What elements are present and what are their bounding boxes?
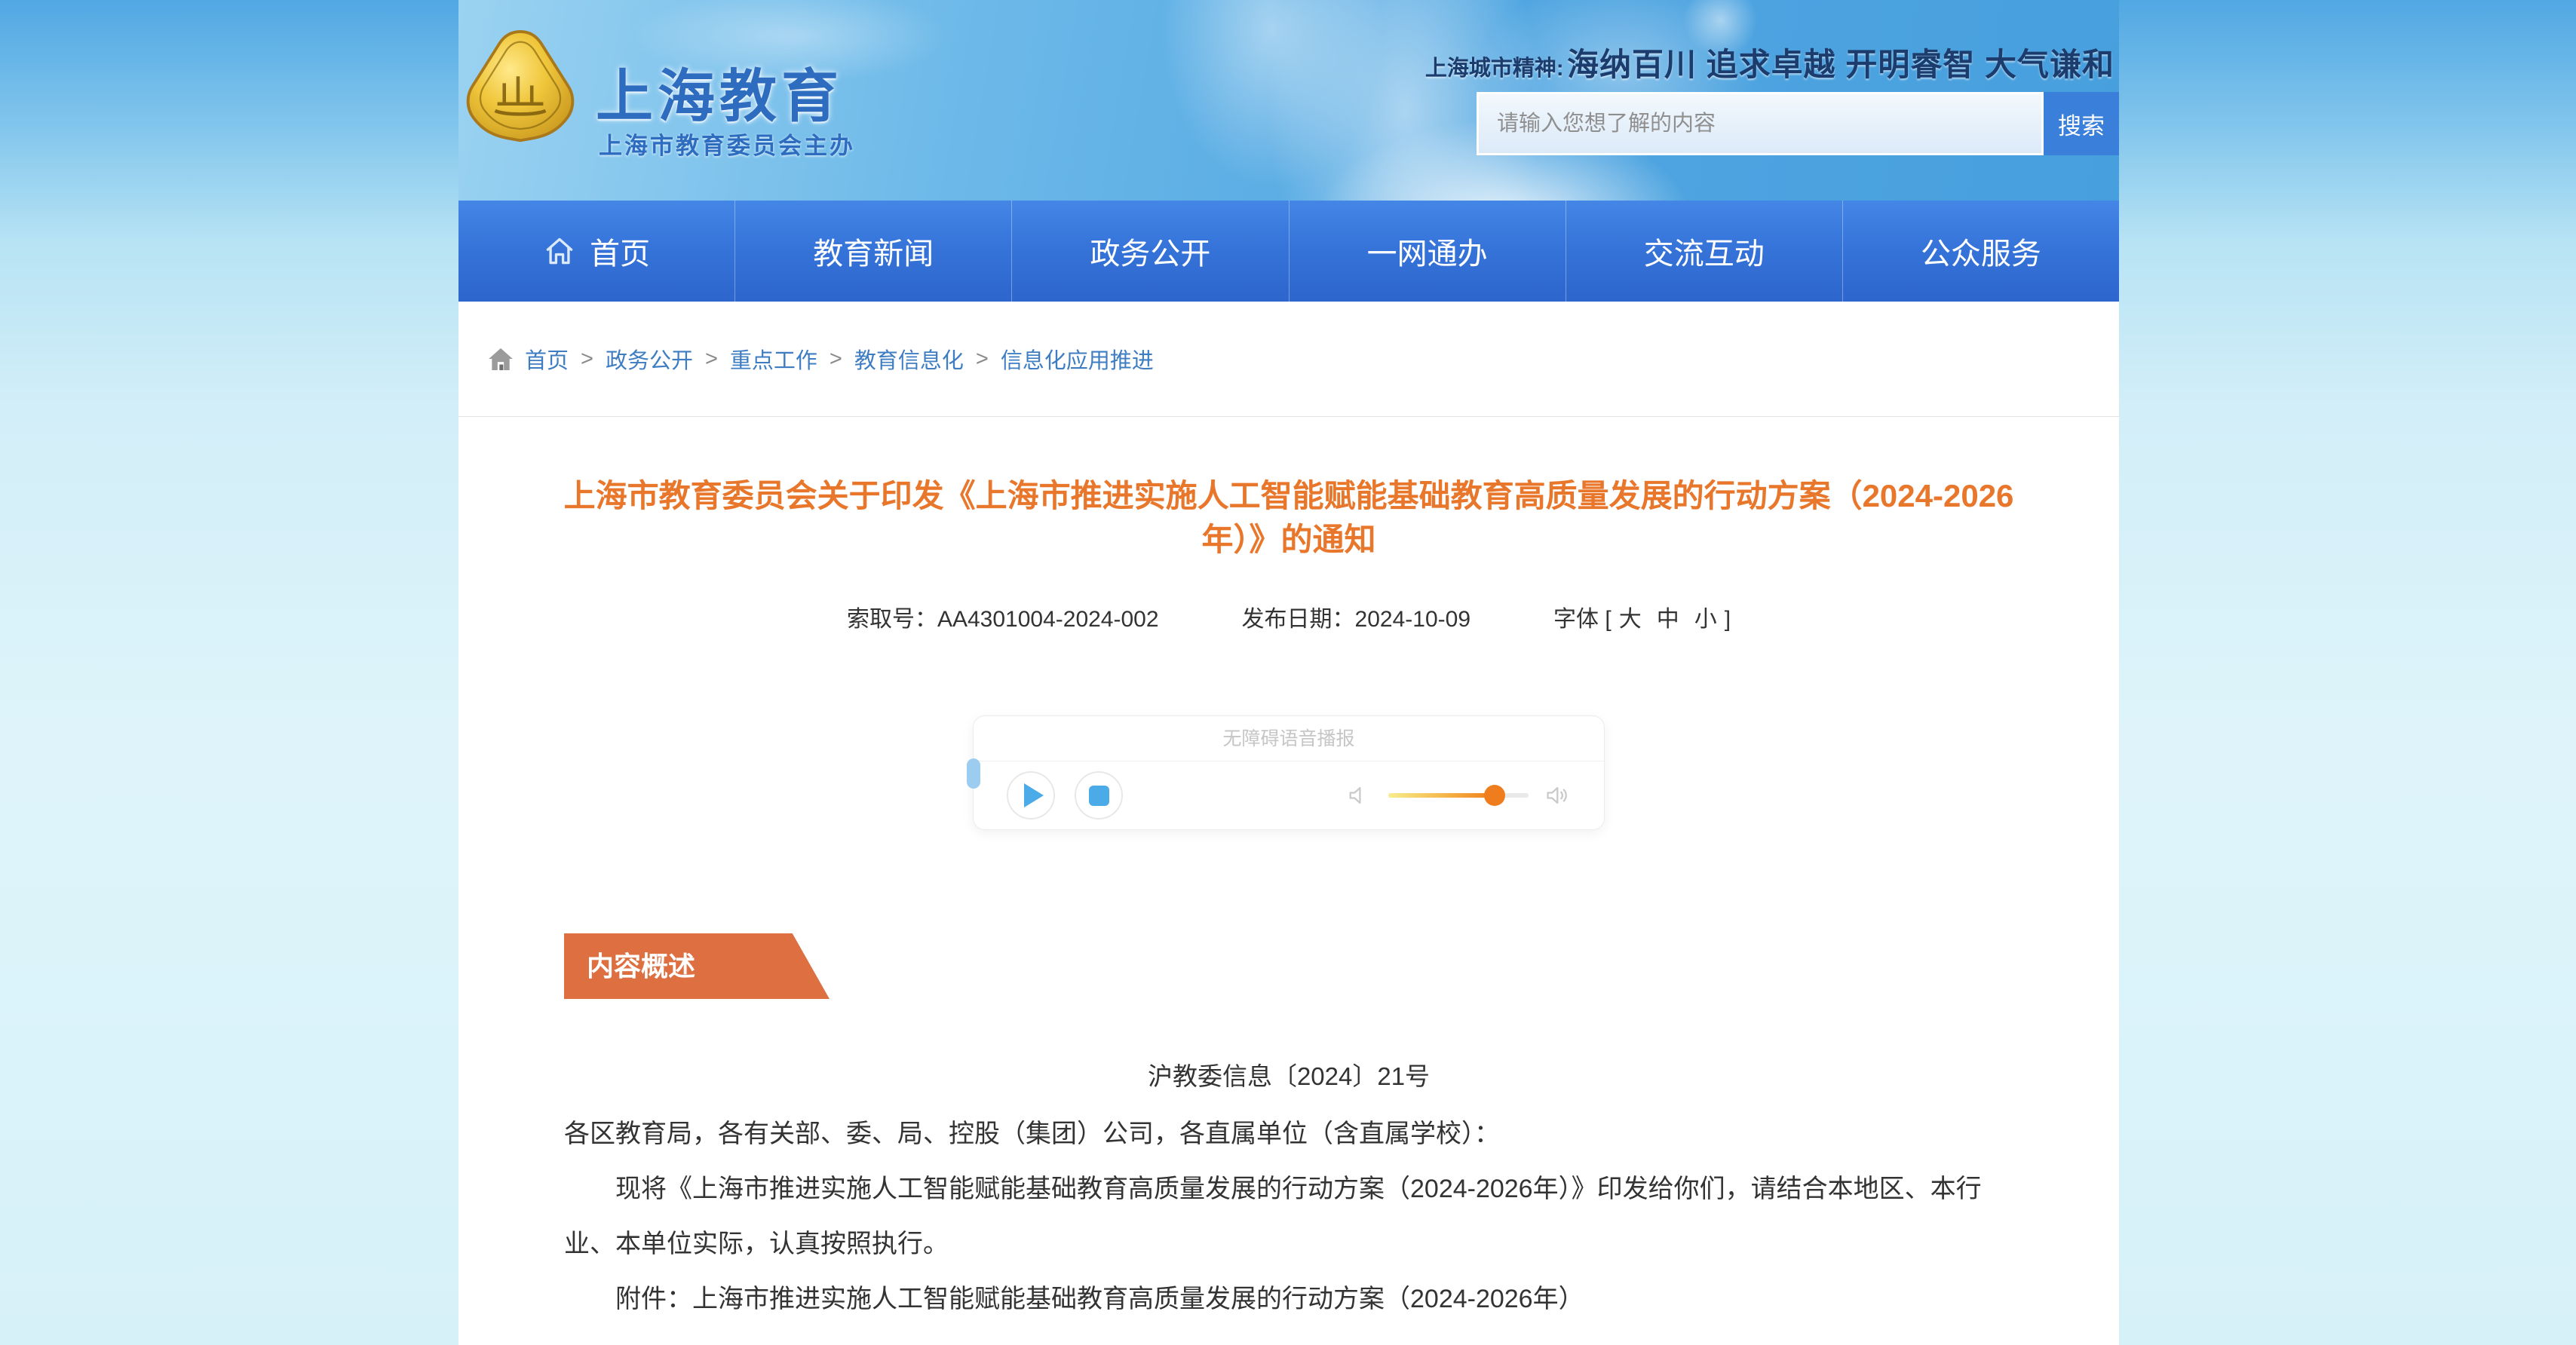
city-spirit-value: 海纳百川 追求卓越 开明睿智 大气谦和 [1567,47,2114,82]
nav-item-news[interactable]: 教育新闻 [735,201,1012,302]
nav-item-public-service[interactable]: 公众服务 [1843,201,2119,302]
stop-icon [1089,786,1109,806]
city-spirit-label: 上海城市精神: [1425,57,1564,81]
home-icon [486,344,516,374]
volume-slider-fill [1388,793,1495,798]
document-number: 沪教委信息〔2024〕21号 [458,1056,2119,1092]
search-input[interactable] [1477,92,2044,155]
font-size-small-button[interactable]: 小 [1694,607,1717,632]
font-size-switcher: 字体 [ 大中小] [1553,600,1731,633]
font-size-large-button[interactable]: 大 [1619,607,1642,632]
stop-button[interactable] [1075,771,1123,820]
breadcrumb-link-gov-affairs[interactable]: 政务公开 [606,343,693,375]
nav-item-label: 首页 [590,229,650,273]
site-logo-title: 上海教育 [596,50,843,133]
content-column: 上海教育 上海市教育委员会主办 上海城市精神: 海纳百川 追求卓越 开明睿智 大… [458,0,2119,1345]
audio-player-controls [974,761,1604,829]
nav-item-gov-affairs[interactable]: 政务公开 [1012,201,1289,302]
main-nav: 首页 教育新闻 政务公开 一网通办 交流互动 公众服务 [458,201,2119,302]
breadcrumb-separator: > [830,347,842,372]
article-meta: 索取号：AA4301004-2024-002 发布日期：2024-10-09 字… [458,600,2119,633]
paragraph-notice: 现将《上海市推进实施人工智能赋能基础教育高质量发展的行动方案（2024-2026… [564,1162,1982,1272]
nav-item-interaction[interactable]: 交流互动 [1566,201,1843,302]
article-body: 上海市教育委员会关于印发《上海市推进实施人工智能赋能基础教育高质量发展的行动方案… [458,417,2119,1345]
nav-item-home[interactable]: 首页 [458,201,735,302]
breadcrumb-separator: > [581,347,593,372]
nav-item-label: 交流互动 [1644,229,1765,273]
breadcrumb-link-edu-informatization[interactable]: 教育信息化 [854,343,964,375]
breadcrumb-link-home[interactable]: 首页 [525,343,569,375]
site-logo-subtitle: 上海市教育委员会主办 [599,127,855,161]
section-banner-label: 内容概述 [587,951,695,982]
font-size-label: 字体 [ [1553,607,1612,632]
breadcrumb-link-it-application[interactable]: 信息化应用推进 [1001,343,1154,375]
accessibility-audio-player: 无障碍语音播报 [973,715,1605,830]
breadcrumb-link-key-work[interactable]: 重点工作 [730,343,817,375]
site-header: 上海教育 上海市教育委员会主办 上海城市精神: 海纳百川 追求卓越 开明睿智 大… [458,0,2119,201]
city-spirit-slogan: 上海城市精神: 海纳百川 追求卓越 开明睿智 大气谦和 [1425,39,2114,85]
paragraph-attachment: 附件：上海市推进实施人工智能赋能基础教育高质量发展的行动方案（2024-2026… [564,1272,1982,1327]
publish-date-value: 2024-10-09 [1355,607,1470,632]
volume-slider[interactable] [1388,793,1529,798]
archive-number: 索取号：AA4301004-2024-002 [847,600,1159,633]
speaker-mute-icon[interactable] [1346,783,1372,808]
nav-item-label: 政务公开 [1090,229,1210,273]
font-size-label-close: ] [1725,607,1731,632]
home-icon [543,234,576,268]
search-button[interactable]: 搜索 [2044,92,2119,155]
nav-item-label: 一网通办 [1367,229,1488,273]
site-emblem-icon [463,27,578,155]
section-banner: 内容概述 [564,933,830,999]
archive-number-label: 索取号： [847,607,937,632]
archive-number-value: AA4301004-2024-002 [937,607,1159,632]
player-side-tab[interactable] [967,758,980,789]
play-icon [1024,783,1044,807]
page-background: 上海教育 上海市教育委员会主办 上海城市精神: 海纳百川 追求卓越 开明睿智 大… [0,0,2576,1345]
font-size-medium-button[interactable]: 中 [1657,607,1679,632]
volume-control [1346,783,1571,808]
nav-item-one-stop[interactable]: 一网通办 [1290,201,1566,302]
article-paragraphs: 各区教育局，各有关部、委、局、控股（集团）公司，各直属单位（含直属学校）： 现将… [564,1107,1982,1327]
publish-date-label: 发布日期： [1242,607,1355,632]
nav-item-label: 公众服务 [1921,229,2041,273]
nav-item-label: 教育新闻 [813,229,934,273]
article-title: 上海市教育委员会关于印发《上海市推进实施人工智能赋能基础教育高质量发展的行动方案… [554,474,2024,562]
search-bar: 搜索 [1477,92,2119,155]
play-button[interactable] [1007,771,1055,820]
speaker-loud-icon[interactable] [1545,783,1571,808]
volume-slider-handle[interactable] [1484,785,1505,806]
breadcrumb: 首页 > 政务公开 > 重点工作 > 教育信息化 > 信息化应用推进 [458,302,2119,417]
breadcrumb-separator: > [976,347,989,372]
publish-date: 发布日期：2024-10-09 [1242,600,1470,633]
breadcrumb-separator: > [705,347,718,372]
audio-player-title: 无障碍语音播报 [974,716,1604,761]
paragraph-addressees: 各区教育局，各有关部、委、局、控股（集团）公司，各直属单位（含直属学校）： [564,1107,1982,1162]
